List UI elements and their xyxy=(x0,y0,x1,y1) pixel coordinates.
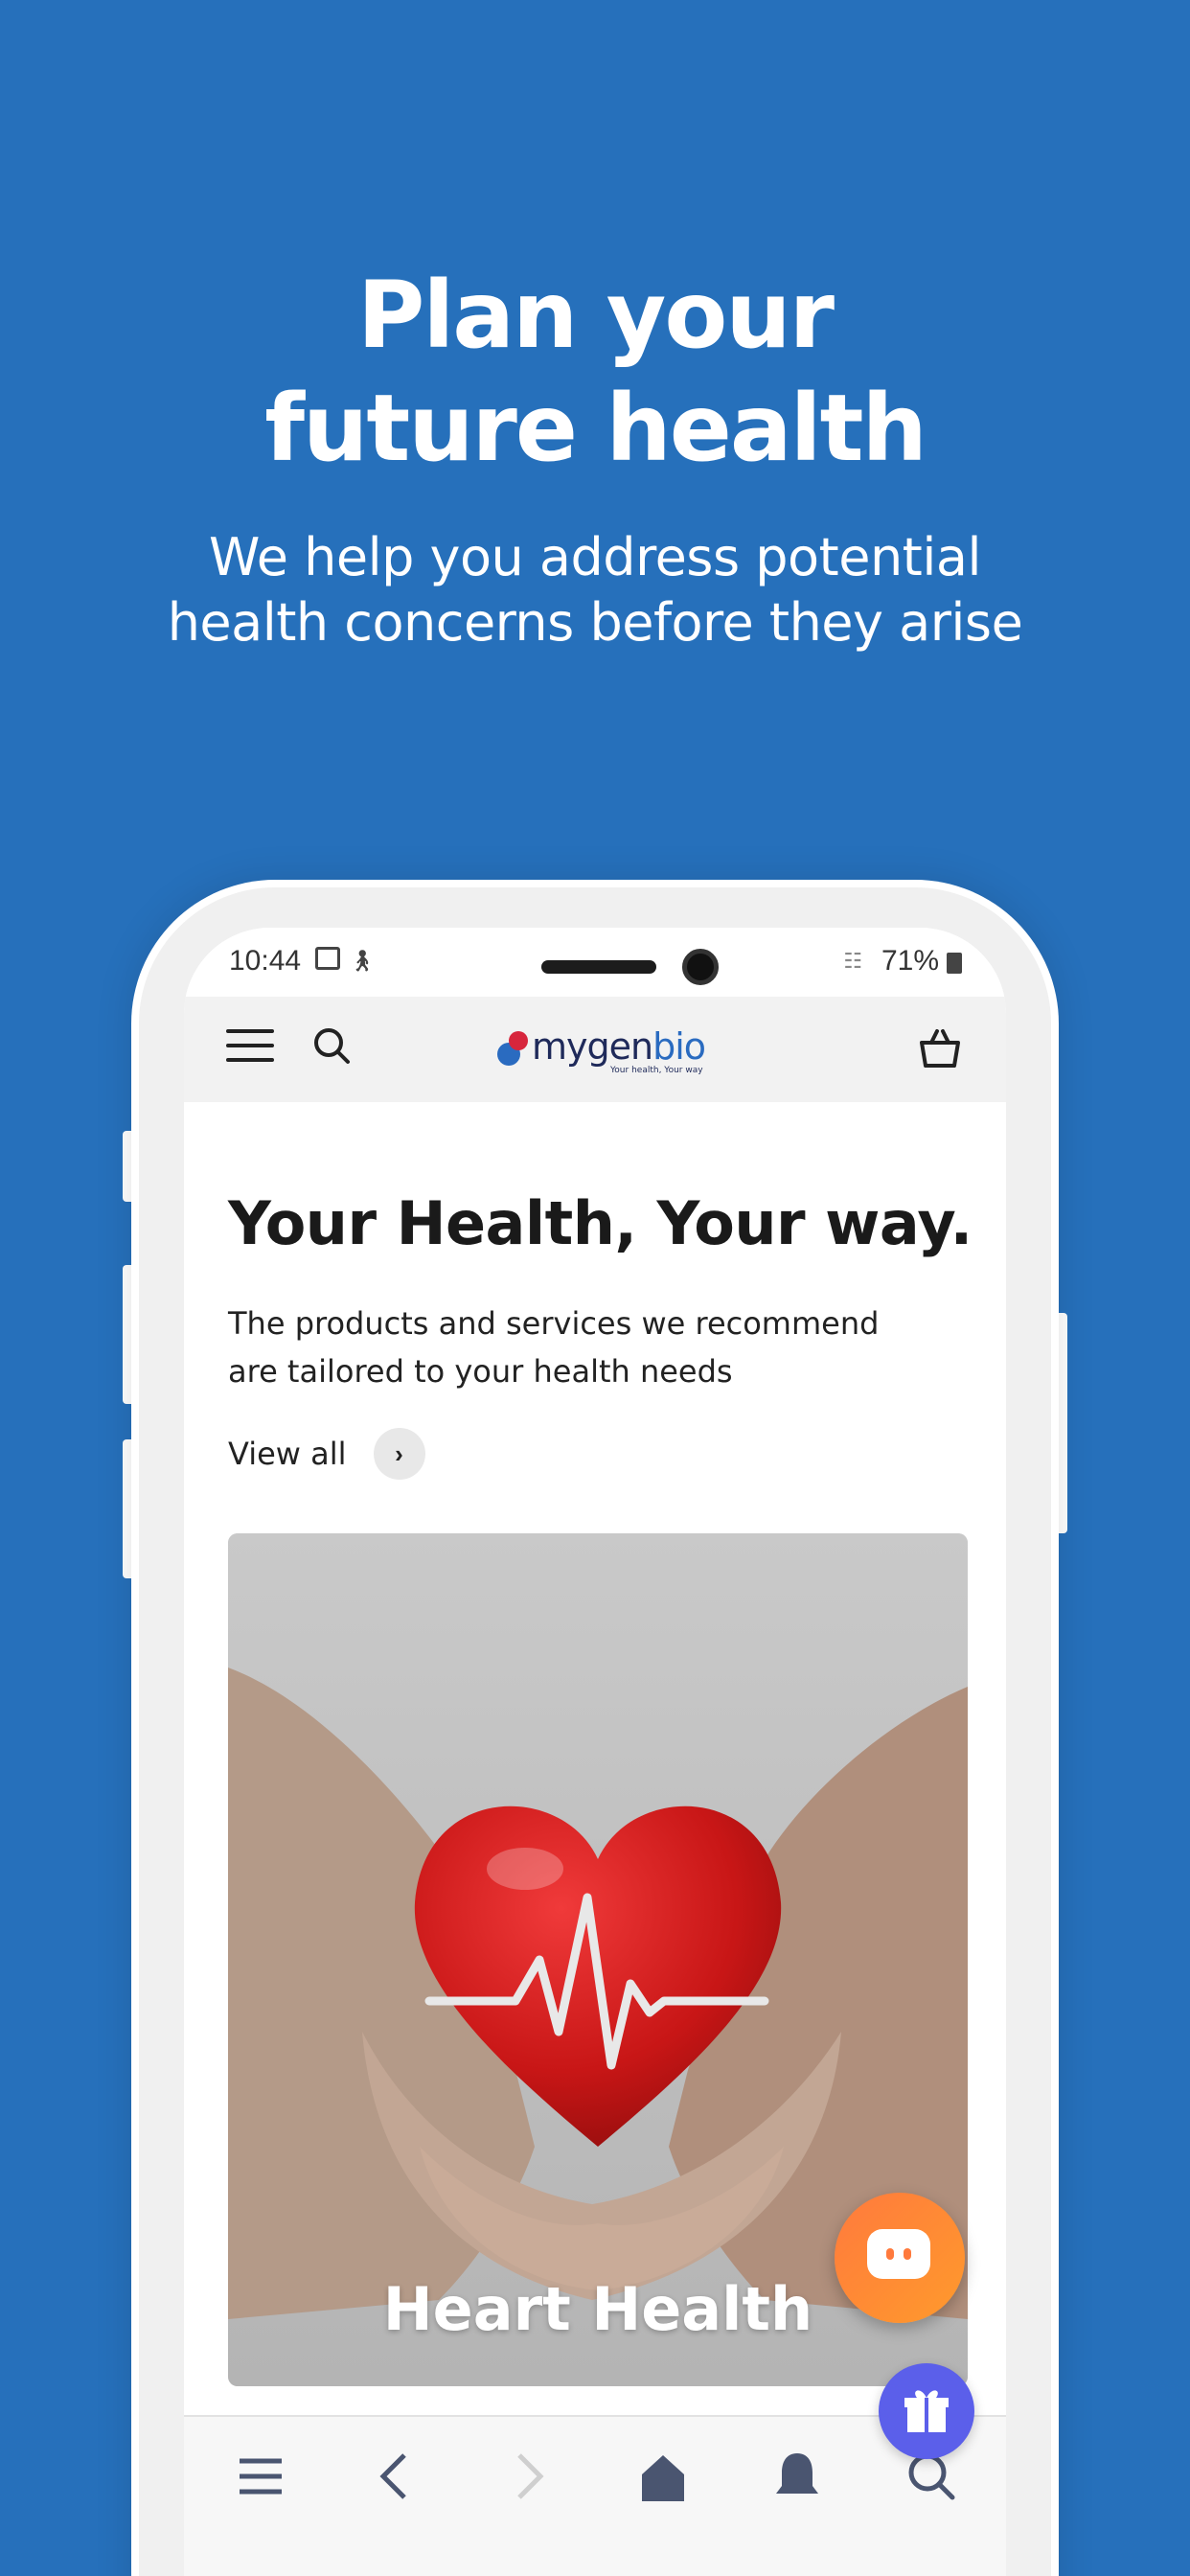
logo-wordmark: mygenbio xyxy=(532,1025,706,1068)
hero-subtitle-line1: We help you address potential xyxy=(209,527,981,587)
home-icon[interactable] xyxy=(634,2448,692,2505)
speaker-grille xyxy=(541,960,656,974)
app-header: mygenbio Your health, Your way xyxy=(184,997,1006,1102)
gift-icon xyxy=(904,2390,949,2432)
gift-button[interactable] xyxy=(879,2363,974,2459)
front-camera xyxy=(682,949,719,985)
chat-button[interactable] xyxy=(835,2193,965,2323)
hero-title-line2: future health xyxy=(264,375,927,482)
battery-percent: 71% xyxy=(881,945,939,977)
view-all-label: View all xyxy=(228,1436,347,1472)
view-all-link[interactable]: View all › xyxy=(228,1428,425,1480)
section-description: The products and services we recommend a… xyxy=(228,1305,880,1390)
search-icon[interactable] xyxy=(311,1025,352,1066)
back-icon[interactable] xyxy=(366,2448,423,2505)
chevron-right-icon: › xyxy=(373,1428,425,1480)
logo-mark-icon xyxy=(497,1031,528,1066)
menu-icon[interactable] xyxy=(226,1029,274,1062)
section-heading: Your Health, Your way. xyxy=(228,1188,973,1258)
signal-icon: ☷ xyxy=(843,949,862,973)
phone-frame: 10:44 🚶︎ ☷ 71% mygenbio Your health, You… xyxy=(131,880,1059,2576)
walking-icon: 🚶︎ xyxy=(349,949,376,973)
hero-title-line1: Plan your xyxy=(356,262,835,369)
hero-title: Plan your future health xyxy=(0,259,1190,485)
phone-screen: 10:44 🚶︎ ☷ 71% mygenbio Your health, You… xyxy=(184,928,1006,2576)
gallery-icon xyxy=(315,947,340,970)
chat-icon xyxy=(867,2229,930,2279)
menu-icon[interactable] xyxy=(232,2448,289,2505)
mygenbio-logo[interactable]: mygenbio Your health, Your way xyxy=(495,1024,706,1075)
hero-subtitle: We help you address potential health con… xyxy=(0,525,1190,656)
status-time: 10:44 xyxy=(229,945,302,977)
battery-icon xyxy=(947,953,962,974)
basket-icon[interactable] xyxy=(916,1025,964,1070)
logo-tagline: Your health, Your way xyxy=(610,1066,703,1075)
status-bar: 10:44 🚶︎ ☷ 71% xyxy=(184,928,1006,997)
forward-icon[interactable] xyxy=(500,2448,558,2505)
bell-icon[interactable] xyxy=(768,2448,826,2505)
hero-subtitle-line2: health concerns before they arise xyxy=(167,592,1023,653)
